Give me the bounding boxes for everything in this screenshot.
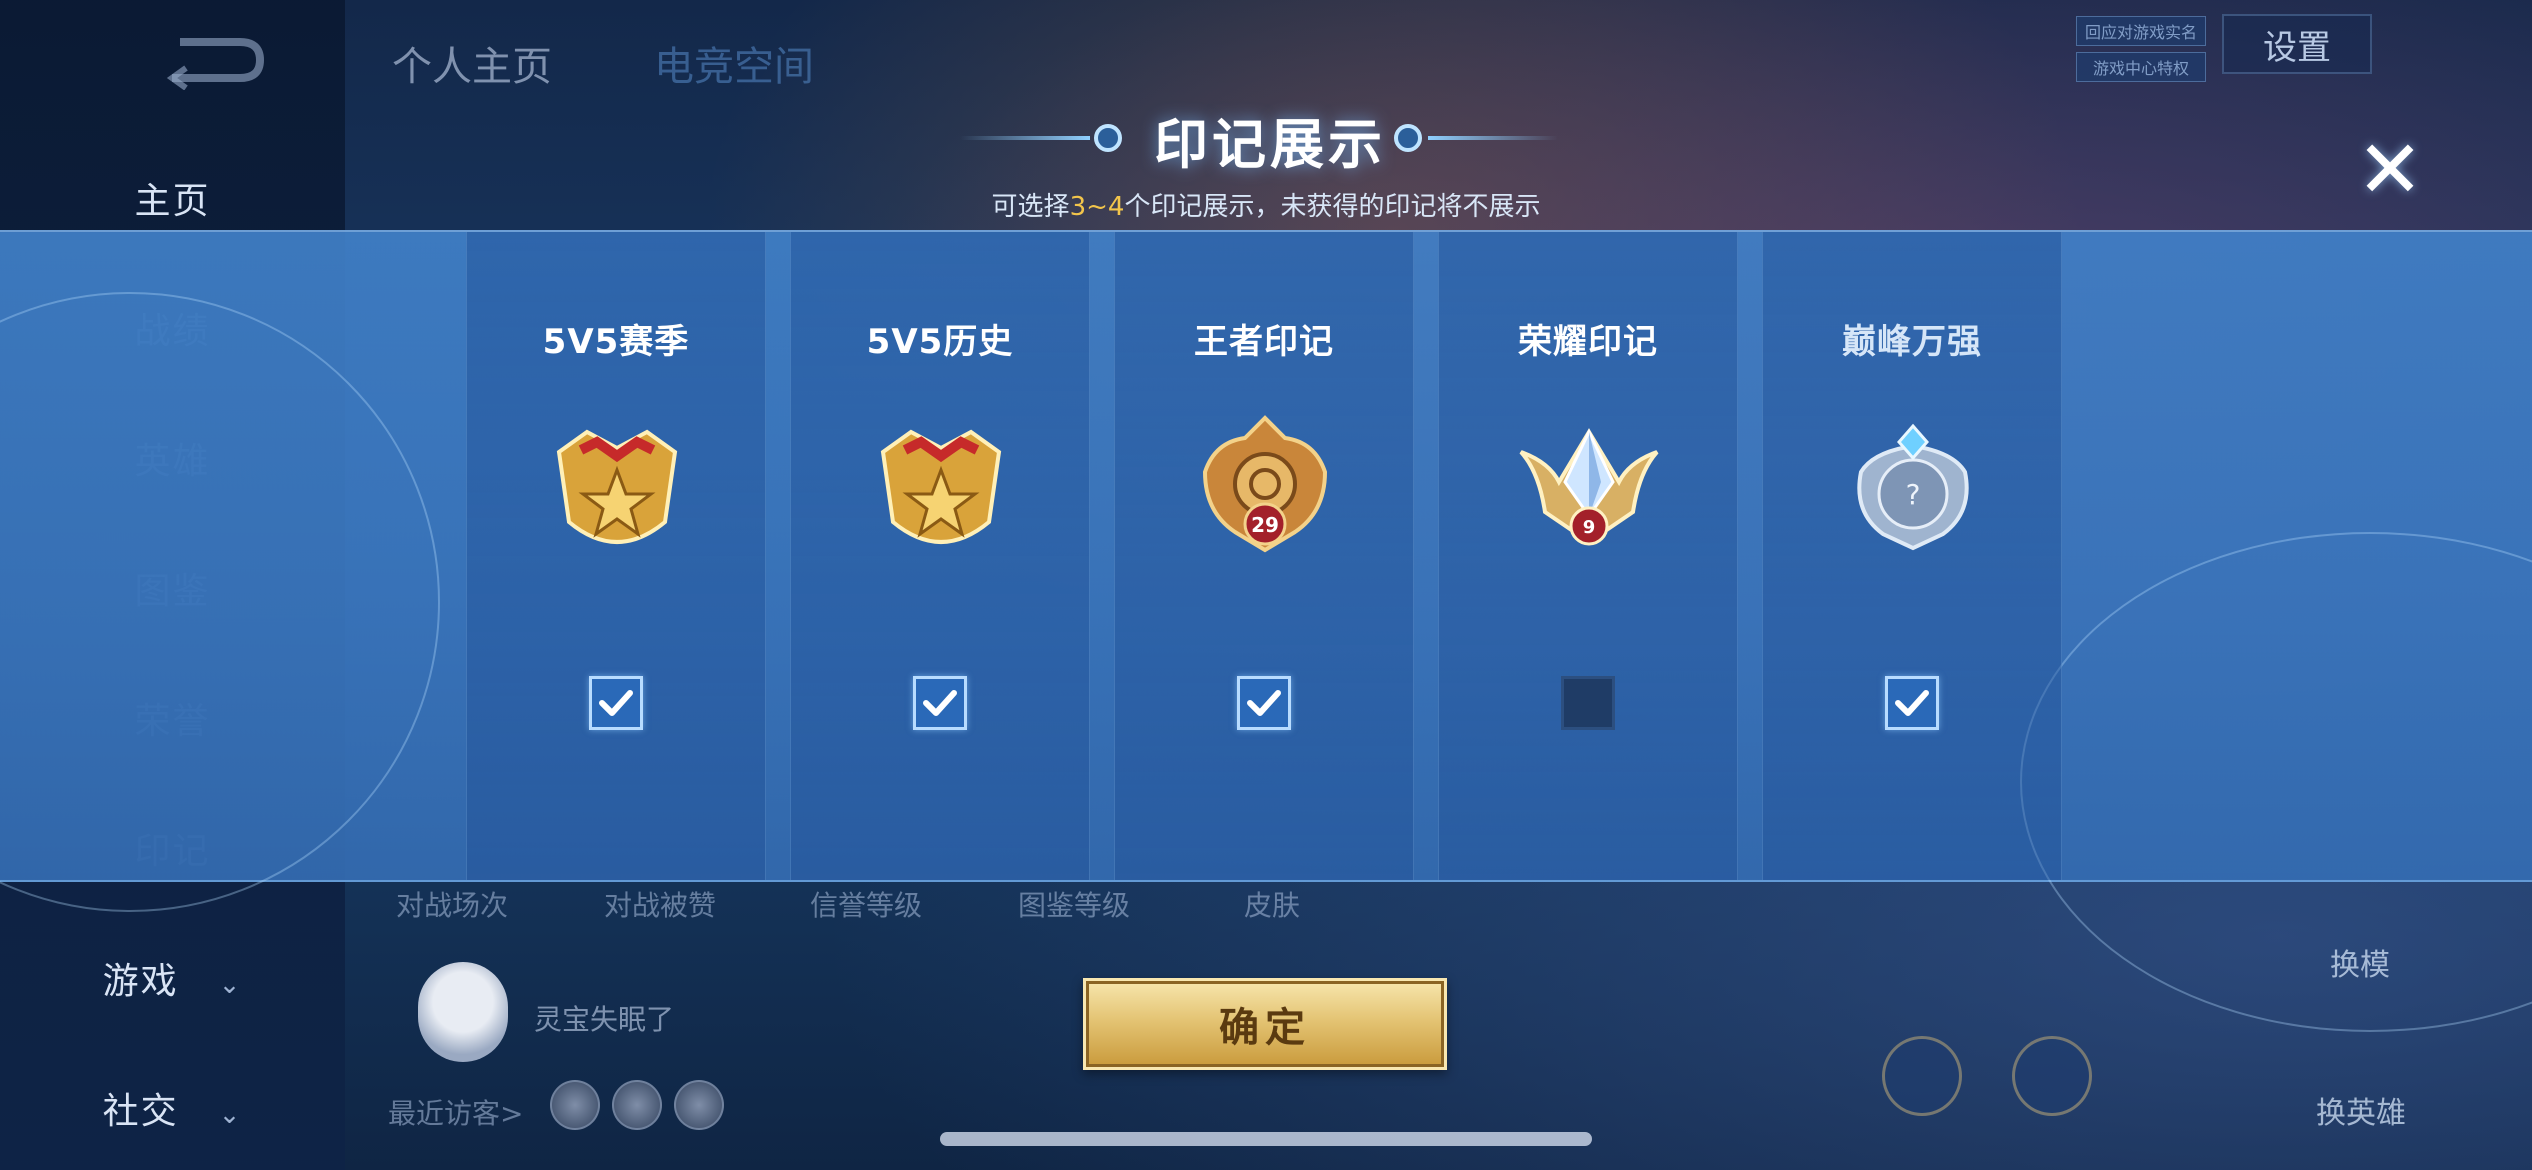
mark-card-title: 5V5赛季	[542, 322, 690, 362]
avatar-name: 灵宝失眠了	[534, 1003, 675, 1036]
mark-card-5v5-season[interactable]: 5V5赛季	[466, 232, 766, 880]
home-indicator[interactable]	[940, 1132, 1592, 1146]
mark-checkbox[interactable]	[1885, 676, 1939, 730]
check-icon	[599, 690, 633, 716]
band-decor-arc	[2020, 532, 2532, 1032]
mark-checkbox[interactable]	[913, 676, 967, 730]
modal-title-wrap: 印记展示	[980, 100, 1560, 179]
stat-label: 对战被赞	[604, 889, 717, 922]
back-arrow-icon[interactable]	[160, 30, 270, 90]
gold-star-crest-icon	[880, 429, 1002, 544]
stat-label: 图鉴等级	[1018, 889, 1131, 922]
status-tag: 游戏中心特权	[2076, 52, 2206, 82]
settings-label: 设置	[2263, 27, 2331, 68]
change-hero-label[interactable]: 换英雄	[2316, 1088, 2406, 1132]
visitor-avatar[interactable]	[674, 1080, 724, 1130]
confirm-button[interactable]: 确定	[1083, 978, 1447, 1070]
gold-star-crest-icon	[556, 429, 678, 544]
mark-card-5v5-history[interactable]: 5V5历史	[790, 232, 1090, 880]
tab-profile[interactable]: 个人主页	[392, 34, 552, 92]
mark-card-title: 王者印记	[1194, 322, 1334, 362]
check-icon	[923, 690, 957, 716]
check-icon	[1895, 690, 1929, 716]
settings-button[interactable]: 设置	[2222, 14, 2372, 74]
mark-card-title: 5V5历史	[866, 322, 1014, 362]
chevron-down-icon: ⌄	[218, 1100, 243, 1130]
nav-home[interactable]: 主页	[0, 172, 345, 224]
mark-checkbox[interactable]	[589, 676, 643, 730]
status-tags: 回应对游戏实名 游戏中心特权	[2076, 16, 2206, 88]
mark-card-glory[interactable]: 荣耀印记 9	[1438, 232, 1738, 880]
modal-subtitle: 可选择3~4个印记展示，未获得的印记将不展示	[880, 186, 1652, 223]
mark-card-king[interactable]: 王者印记 29	[1114, 232, 1414, 880]
recent-visitors-link[interactable]: 最近访客>	[388, 1092, 523, 1132]
visitor-avatar[interactable]	[612, 1080, 662, 1130]
modal-title: 印记展示	[1154, 113, 1386, 176]
nav-social-label: 社交	[102, 1091, 179, 1132]
visitor-avatar[interactable]	[550, 1080, 600, 1130]
stat-label: 信誉等级	[810, 889, 923, 922]
walk-icon[interactable]	[1882, 1036, 1962, 1116]
subtitle-prefix: 可选择	[991, 192, 1070, 222]
glory-emblem-icon: 9	[1519, 428, 1659, 546]
play-icon[interactable]	[2012, 1036, 2092, 1116]
badge-level: 9	[1583, 517, 1596, 538]
mark-card-title: 荣耀印记	[1518, 322, 1658, 362]
check-icon	[1247, 690, 1281, 716]
nav-social[interactable]: 社交 ⌄	[0, 1082, 345, 1134]
badge-unknown: ?	[1906, 478, 1921, 511]
status-tag: 回应对游戏实名	[2076, 16, 2206, 46]
nav-game-label: 游戏	[102, 961, 179, 1002]
mark-checkbox[interactable]	[1561, 676, 1615, 730]
chevron-down-icon: ⌄	[218, 970, 243, 1000]
screen: 主页 战绩 英雄 图鉴 荣誉 印记 游戏⌄ 社交⌄ 个人主页 电竞空间 回应对游…	[0, 0, 2532, 1170]
subtitle-range: 3~4	[1069, 192, 1125, 222]
badge-level: 29	[1251, 513, 1279, 537]
nav-game[interactable]: 游戏 ⌄	[0, 952, 345, 1004]
band-decor-arc	[0, 292, 440, 912]
confirm-label: 确定	[1219, 1005, 1311, 1051]
stat-label: 皮肤	[1244, 889, 1301, 922]
subtitle-suffix: 个印记展示，未获得的印记将不展示	[1124, 192, 1541, 222]
king-emblem-icon: 29	[1202, 415, 1328, 553]
peak-locked-emblem-icon: ?	[1857, 423, 1969, 551]
close-icon[interactable]: ✕	[2350, 130, 2430, 210]
stat-label: 对战场次	[396, 889, 509, 922]
mark-card-title: 巅峰万强	[1842, 322, 1982, 362]
tab-esports[interactable]: 电竞空间	[654, 34, 814, 92]
mark-checkbox[interactable]	[1237, 676, 1291, 730]
avatar[interactable]	[418, 962, 508, 1062]
mark-card-peak[interactable]: 巅峰万强 ?	[1762, 232, 2062, 880]
